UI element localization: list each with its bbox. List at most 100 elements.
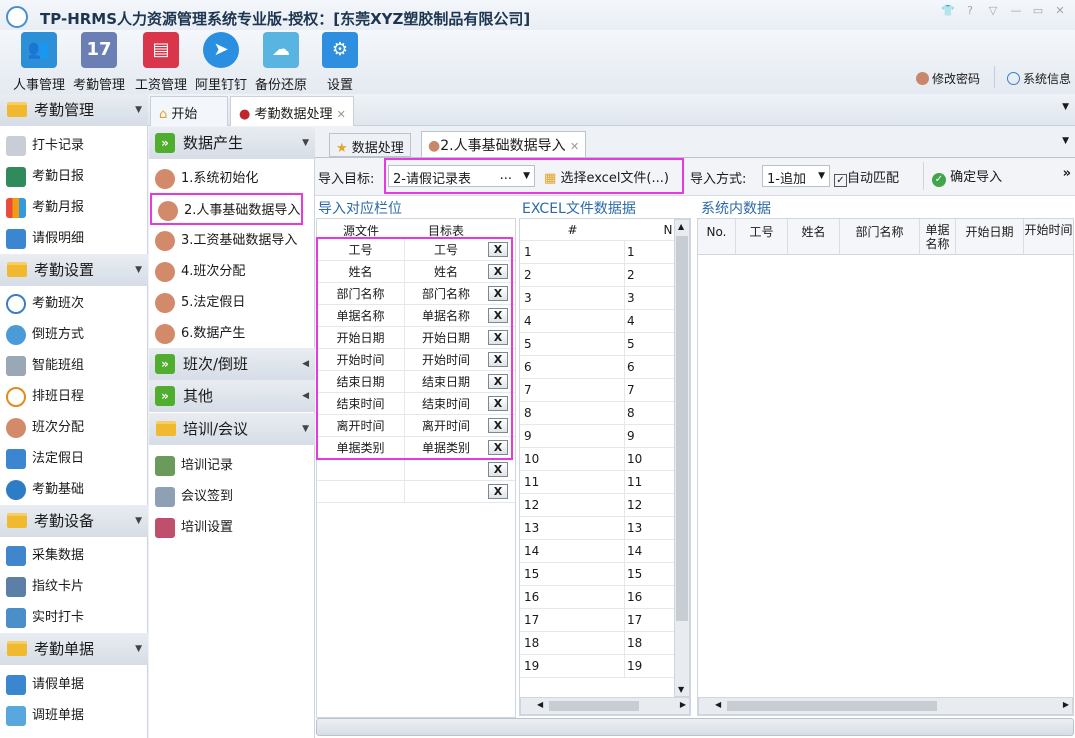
horizontal-scrollbar[interactable]: ◀ ▶ [698,697,1073,715]
sidebar-item-shift-assignment[interactable]: 班次分配 [0,412,147,443]
scroll-left-icon[interactable]: ◀ [715,700,721,709]
excel-row[interactable]: 88 [520,402,674,425]
excel-row[interactable]: 99 [520,425,674,448]
shirt-icon[interactable]: ▽ [985,4,1001,18]
sidebar-item-clock-records[interactable]: 打卡记录 [0,130,147,161]
target-field[interactable] [405,481,487,503]
minimize-icon[interactable]: — [1008,4,1024,18]
section-training-meeting[interactable]: 培训/会议 ▼ [149,413,315,445]
hr-management-button[interactable]: 👥 人事管理 [8,32,70,94]
maximize-icon[interactable]: ▭ [1030,4,1046,18]
sidebar-section-attendance-devices[interactable]: 考勤设备 ▼ [0,505,148,537]
sidebar-item-leave-forms[interactable]: 请假单据 [0,669,147,700]
scroll-left-icon[interactable]: ◀ [537,700,543,709]
sidebar-item-attendance-basics[interactable]: 考勤基础 [0,474,147,505]
import-target-select[interactable]: 2-请假记录表... ▼ [388,165,535,187]
sidebar-item-shift-rotation[interactable]: 倒班方式 [0,319,147,350]
item-training-settings[interactable]: 培训设置 [149,512,315,543]
sidebar-item-smart-group[interactable]: 智能班组 [0,350,147,381]
scroll-down-icon[interactable]: ▼ [678,685,684,694]
excel-row[interactable]: 33 [520,287,674,310]
item-training-records[interactable]: 培训记录 [149,450,315,481]
excel-row[interactable]: 19 19 [520,655,674,678]
excel-row[interactable]: 66 [520,356,674,379]
sidebar-item-shifts[interactable]: 考勤班次 [0,288,147,319]
excel-row[interactable]: 12 12 [520,494,674,517]
source-field[interactable] [317,481,405,503]
excel-row[interactable]: 18 18 [520,632,674,655]
scroll-thumb[interactable] [727,701,937,711]
import-mode-select[interactable]: 1-追加 ▼ [762,165,830,187]
item-holidays[interactable]: 5.法定假日 [149,287,315,318]
sidebar-item-daily-report[interactable]: 考勤日报 [0,161,147,192]
excel-row[interactable]: 14 14 [520,540,674,563]
payroll-management-button[interactable]: ▤ 工资管理 [130,32,192,94]
excel-row[interactable]: 15 15 [520,563,674,586]
chevron-down-icon[interactable]: ▼ [1062,102,1069,112]
sidebar-item-realtime-clock[interactable]: 实时打卡 [0,602,147,633]
excel-row[interactable]: 17 17 [520,609,674,632]
confirm-import-button[interactable]: ✓ 确定导入 [932,166,1002,187]
item-payroll-basic-import[interactable]: 3.工资基础数据导入 [149,225,315,256]
excel-row[interactable]: 44 [520,310,674,333]
vertical-scrollbar[interactable]: ▲ ▼ [674,219,690,697]
excel-row[interactable]: 10 10 [520,448,674,471]
change-password-link[interactable]: 修改密码 [916,70,980,87]
skin-icon[interactable]: 👕 [940,4,956,18]
attendance-management-button[interactable]: 17 考勤管理 [68,32,130,94]
sidebar-section-attendance-forms[interactable]: 考勤单据 ▼ [0,633,148,665]
mapping-row[interactable]: X [317,459,515,481]
scroll-right-icon[interactable]: ▶ [1063,700,1069,709]
close-tab-icon[interactable]: ✕ [337,108,346,121]
auto-match-checkbox[interactable]: ✓ 自动匹配 [834,167,899,187]
excel-row[interactable]: 22 [520,264,674,287]
remove-mapping-button[interactable]: X [488,484,508,499]
system-info-link[interactable]: 系统信息 [1007,70,1071,87]
remove-mapping-button[interactable]: X [488,462,508,477]
more-icon[interactable]: » [1063,166,1071,181]
excel-row[interactable]: 11 [520,241,674,264]
tab-data-processing[interactable]: ★ 数据处理 [329,133,411,157]
excel-row[interactable]: 16 16 [520,586,674,609]
tab-hr-basic-import[interactable]: ●2.人事基础数据导入 ✕ [421,131,587,158]
item-shift-assignment[interactable]: 4.班次分配 [149,256,315,287]
select-excel-button[interactable]: ▦ 选择excel文件(...) [540,164,673,188]
mapping-row[interactable]: X [317,481,515,503]
section-other[interactable]: » 其他 ◀ [149,380,315,412]
tab-start[interactable]: ⌂ 开始 [150,96,228,126]
item-data-generation[interactable]: 6.数据产生 [149,318,315,349]
sidebar-item-shift-change-forms[interactable]: 调班单据 [0,700,147,731]
source-field[interactable] [317,459,405,481]
sidebar-item-schedule[interactable]: 排班日程 [0,381,147,412]
sidebar-item-leave-details[interactable]: 请假明细 [0,223,147,254]
item-meeting-signin[interactable]: 会议签到 [149,481,315,512]
section-data-generation[interactable]: » 数据产生 ▼ [149,127,315,159]
sidebar-item-holidays[interactable]: 法定假日 [0,443,147,474]
target-field[interactable] [405,459,487,481]
scroll-thumb[interactable] [676,236,688,621]
sidebar-item-monthly-report[interactable]: 考勤月报 [0,192,147,223]
excel-row[interactable]: 77 [520,379,674,402]
scroll-right-icon[interactable]: ▶ [680,700,686,709]
excel-row[interactable]: 55 [520,333,674,356]
excel-row[interactable]: 13 13 [520,517,674,540]
help-icon[interactable]: ? [962,4,978,18]
settings-button[interactable]: ⚙ 设置 [309,32,371,94]
dingtalk-button[interactable]: ➤ 阿里钉钉 [190,32,252,94]
sidebar-item-collect-data[interactable]: 采集数据 [0,540,147,571]
sidebar-section-attendance-management[interactable]: 考勤管理 ▼ [0,94,148,126]
section-shift-rotation[interactable]: » 班次/倒班 ◀ [149,348,315,380]
scroll-thumb[interactable] [549,701,639,711]
sidebar-item-fingerprint-card[interactable]: 指纹卡片 [0,571,147,602]
item-system-init[interactable]: 1.系统初始化 [149,163,315,194]
close-tab-icon[interactable]: ✕ [570,140,579,153]
excel-row[interactable]: 11 11 [520,471,674,494]
chevron-down-icon[interactable]: ▼ [1062,136,1069,146]
tab-attendance-data-processing[interactable]: ● 考勤数据处理 ✕ [230,96,354,126]
horizontal-scrollbar[interactable]: ◀ ▶ [520,697,690,715]
scroll-up-icon[interactable]: ▲ [678,222,684,231]
backup-restore-button[interactable]: ☁ 备份还原 [250,32,312,94]
sidebar-section-attendance-settings[interactable]: 考勤设置 ▼ [0,254,148,286]
close-icon[interactable]: ✕ [1052,4,1068,18]
item-hr-basic-import[interactable]: 2.人事基础数据导入 [150,193,303,225]
